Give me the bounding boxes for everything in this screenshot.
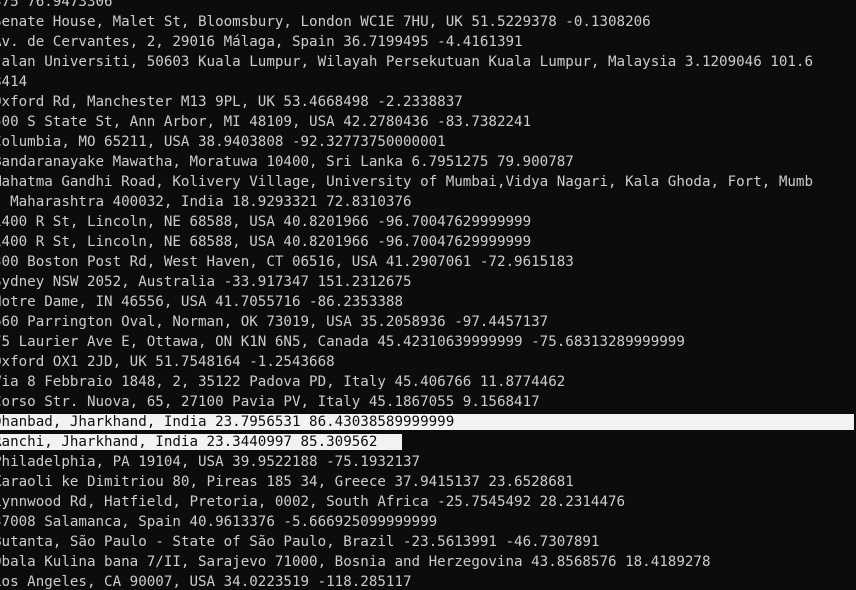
terminal-line: Lynnwood Rd, Hatfield, Pretoria, 0002, S… xyxy=(0,494,626,510)
terminal-line: 1400 R St, Lincoln, NE 68588, USA 40.820… xyxy=(0,234,532,250)
terminal-line: Los Angeles, CA 90007, USA 34.0223519 -1… xyxy=(0,574,412,590)
terminal-line: Oxford OX1 2JD, UK 51.7548164 -1.2543668 xyxy=(0,354,335,370)
terminal-line: Bandaranayake Mawatha, Moratuwa 10400, S… xyxy=(0,154,574,170)
terminal-line: Corso Str. Nuova, 65, 27100 Pavia PV, It… xyxy=(0,394,540,410)
terminal-line: Mahatma Gandhi Road, Kolivery Village, U… xyxy=(0,174,813,190)
terminal-line: 75 Laurier Ave E, Ottawa, ON K1N 6N5, Ca… xyxy=(0,334,685,350)
terminal-line: 375 76.9473306 xyxy=(0,0,113,10)
terminal-line: 500 S State St, Ann Arbor, MI 48109, USA… xyxy=(0,114,532,130)
selected-terminal-line[interactable]: Dhanbad, Jharkhand, India 23.7956531 86.… xyxy=(0,412,855,432)
terminal-line: Karaoli ke Dimitriou 80, Pireas 185 34, … xyxy=(0,474,574,490)
terminal-line: 300 Boston Post Rd, West Haven, CT 06516… xyxy=(0,254,574,270)
terminal-line: , Maharashtra 400032, India 18.9293321 7… xyxy=(0,194,412,210)
terminal-line: 660 Parrington Oval, Norman, OK 73019, U… xyxy=(0,314,549,330)
terminal-line: Via 8 Febbraio 1848, 2, 35122 Padova PD,… xyxy=(0,374,566,390)
terminal-output[interactable]: 375 76.9473306 Senate House, Malet St, B… xyxy=(0,0,855,590)
terminal-line: Philadelphia, PA 19104, USA 39.9522188 -… xyxy=(0,454,421,470)
terminal-line: 37008 Salamanca, Spain 40.9613376 -5.666… xyxy=(0,514,438,530)
terminal-line: Jalan Universiti, 50603 Kuala Lumpur, Wi… xyxy=(0,54,813,70)
terminal-line: Columbia, MO 65211, USA 38.9403808 -92.3… xyxy=(0,134,446,150)
terminal-line: Senate House, Malet St, Bloomsbury, Lond… xyxy=(0,14,651,30)
terminal-line: Obala Kulina bana 7/II, Sarajevo 71000, … xyxy=(0,554,711,570)
terminal-line: Av. de Cervantes, 2, 29016 Málaga, Spain… xyxy=(0,34,523,50)
selected-terminal-line[interactable]: Ranchi, Jharkhand, India 23.3440997 85.3… xyxy=(0,432,854,452)
terminal-line: 8414 xyxy=(0,74,28,90)
terminal-line: Oxford Rd, Manchester M13 9PL, UK 53.466… xyxy=(0,94,463,110)
terminal-line: 1400 R St, Lincoln, NE 68588, USA 40.820… xyxy=(0,214,532,230)
selection-highlight: Dhanbad, Jharkhand, India 23.7956531 86.… xyxy=(0,414,855,430)
terminal-window[interactable]: 375 76.9473306 Senate House, Malet St, B… xyxy=(0,0,856,590)
terminal-line: Butanta, São Paulo - State of São Paulo,… xyxy=(0,534,600,550)
selection-highlight: Ranchi, Jharkhand, India 23.3440997 85.3… xyxy=(0,434,403,450)
terminal-line: Notre Dame, IN 46556, USA 41.7055716 -86… xyxy=(0,294,403,310)
terminal-line: Sydney NSW 2052, Australia -33.917347 15… xyxy=(0,274,412,290)
